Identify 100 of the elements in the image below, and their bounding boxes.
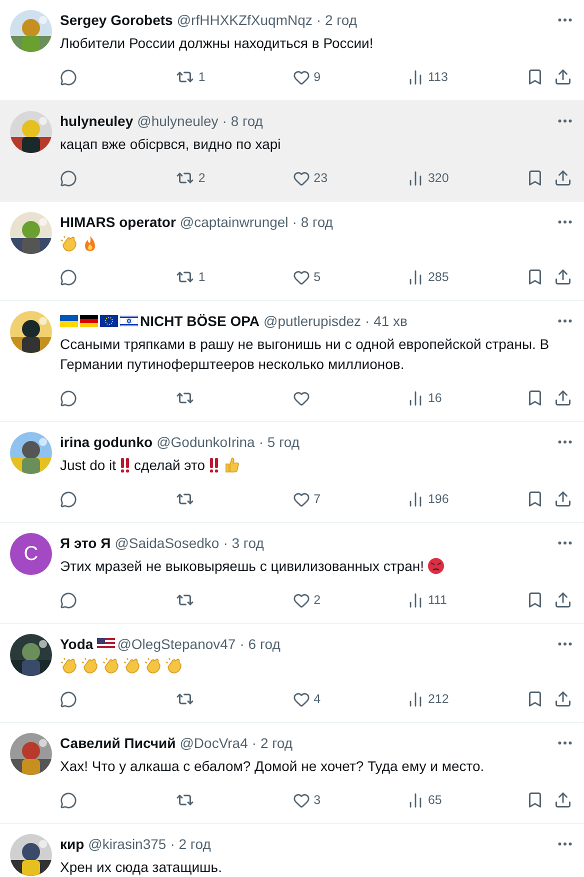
reply-icon xyxy=(60,592,77,608)
tweet-text: сделай это xyxy=(134,456,206,475)
reply-icon xyxy=(60,170,77,186)
user-name[interactable]: кир xyxy=(60,836,84,852)
like-button[interactable]: 9 xyxy=(292,68,321,86)
timestamp[interactable]: · 2 год xyxy=(316,12,358,28)
user-name[interactable]: irina godunko xyxy=(60,434,153,450)
user-handle[interactable]: @OlegStepanov47 xyxy=(117,636,236,652)
share-button[interactable] xyxy=(554,68,572,86)
timestamp[interactable]: · 5 год xyxy=(258,434,300,450)
reply-button[interactable] xyxy=(60,68,77,86)
user-name[interactable]: NICHT BÖSE OPA xyxy=(140,313,260,329)
share-icon xyxy=(554,690,572,708)
clapping-hands-icon xyxy=(81,657,99,675)
tweet-text: Любители России должны находиться в России! xyxy=(60,34,374,53)
reply-icon xyxy=(60,690,77,708)
like-button[interactable]: 2 xyxy=(292,592,321,608)
heart-icon xyxy=(292,390,310,406)
like-button[interactable] xyxy=(292,390,310,406)
tweet-text: Хрен их сюда затащишь. xyxy=(60,858,222,877)
share-button[interactable] xyxy=(554,169,572,187)
share-icon xyxy=(554,389,572,407)
clapping-hands-icon xyxy=(144,657,162,675)
share-icon xyxy=(554,68,572,86)
user-handle[interactable]: @DocVra4 xyxy=(180,735,248,751)
reply-icon xyxy=(60,68,77,86)
reply-button[interactable] xyxy=(60,690,77,708)
heart-icon xyxy=(292,690,310,708)
share-icon xyxy=(554,268,572,286)
timestamp[interactable]: · 3 год xyxy=(223,535,264,551)
timestamp[interactable]: · 41 хв xyxy=(365,313,408,329)
share-button[interactable] xyxy=(554,389,572,407)
views-button[interactable]: 196 xyxy=(406,490,449,508)
share-button[interactable] xyxy=(554,591,572,609)
reply-button[interactable] xyxy=(60,268,77,286)
user-name[interactable]: Я это Я xyxy=(60,535,111,551)
timestamp[interactable]: · 8 год xyxy=(292,214,333,230)
reply-icon xyxy=(60,490,77,508)
user-handle[interactable]: @captainwrungel xyxy=(180,214,288,230)
user-name[interactable]: Савелий Писчий xyxy=(60,735,176,751)
views-button[interactable]: 113 xyxy=(406,68,448,86)
user-name[interactable]: Sergey Gorobets xyxy=(60,12,173,28)
heart-icon xyxy=(292,490,310,508)
heart-icon xyxy=(292,68,310,86)
heart-icon xyxy=(292,170,310,186)
reply-button[interactable] xyxy=(60,390,77,406)
timestamp[interactable]: · 2 год xyxy=(170,836,211,852)
share-icon xyxy=(554,169,572,187)
views-button[interactable]: 320 xyxy=(406,170,449,186)
like-button[interactable]: 7 xyxy=(292,490,321,508)
user-name[interactable]: HIMARS operator xyxy=(60,214,176,230)
thumbs-up-icon xyxy=(223,456,242,474)
share-button[interactable] xyxy=(554,268,572,286)
repost-button[interactable]: 2 xyxy=(176,169,206,187)
share-button[interactable] xyxy=(554,791,572,809)
reply-button[interactable] xyxy=(60,490,77,508)
user-handle[interactable]: @kirasin375 xyxy=(88,836,166,852)
reply-icon xyxy=(60,792,77,808)
timestamp[interactable]: · 6 год xyxy=(240,636,280,652)
repost-button[interactable]: 1 xyxy=(176,268,206,286)
angry-emoji-icon xyxy=(426,557,445,575)
clapping-hands-icon xyxy=(60,235,78,253)
share-icon xyxy=(554,591,572,609)
tweet-text: Хах! Что у алкаша с ебалом? Домой не хочет? Туда ему и место. xyxy=(60,757,484,776)
reply-icon xyxy=(60,390,77,406)
tweet-text: Этих мразей не выковыряешь с цивилизованных стран! xyxy=(60,557,424,576)
flag-icon xyxy=(120,315,138,327)
views-button[interactable]: 16 xyxy=(406,390,442,406)
timestamp[interactable]: · 2 год xyxy=(252,735,293,751)
user-handle[interactable]: @putlerupisdez xyxy=(264,313,362,329)
tweet-text: Ссаными тряпками в рашу не выгонишь ни с одной европейской страны. В Германии путиноферштееров несколько миллионов. xyxy=(60,335,550,374)
like-button[interactable]: 3 xyxy=(292,792,321,808)
timestamp[interactable]: · 8 год xyxy=(222,113,263,129)
user-name[interactable]: Yoda xyxy=(60,636,94,652)
like-button[interactable]: 5 xyxy=(292,268,321,286)
reply-icon xyxy=(60,268,77,286)
like-button[interactable]: 4 xyxy=(292,690,321,708)
repost-button[interactable]: 1 xyxy=(176,68,206,86)
flag-icon xyxy=(97,638,116,650)
heart-icon xyxy=(292,792,310,808)
user-handle[interactable]: @SaidaSosedko xyxy=(114,535,220,551)
reply-button[interactable] xyxy=(60,792,77,808)
views-button[interactable]: 111 xyxy=(406,592,447,608)
share-button[interactable] xyxy=(554,690,572,708)
user-handle[interactable]: @GodunkoIrina xyxy=(156,434,255,450)
reply-button[interactable] xyxy=(60,592,77,608)
views-button[interactable]: 65 xyxy=(406,792,442,808)
share-button[interactable] xyxy=(554,490,572,508)
views-button[interactable]: 285 xyxy=(406,268,449,286)
user-name[interactable]: hulyneuley xyxy=(60,113,134,129)
flag-icon xyxy=(80,315,98,327)
avatar[interactable]: C xyxy=(10,533,52,575)
views-button[interactable]: 212 xyxy=(406,690,449,708)
flag-icon xyxy=(60,315,78,327)
user-handle[interactable]: @hulyneuley xyxy=(137,113,218,129)
heart-icon xyxy=(292,268,310,286)
user-handle[interactable]: @rfHHXKZfXuqmNqz xyxy=(176,12,312,28)
like-button[interactable]: 23 xyxy=(292,170,328,186)
flag-icon xyxy=(100,315,118,327)
reply-button[interactable] xyxy=(60,170,77,186)
